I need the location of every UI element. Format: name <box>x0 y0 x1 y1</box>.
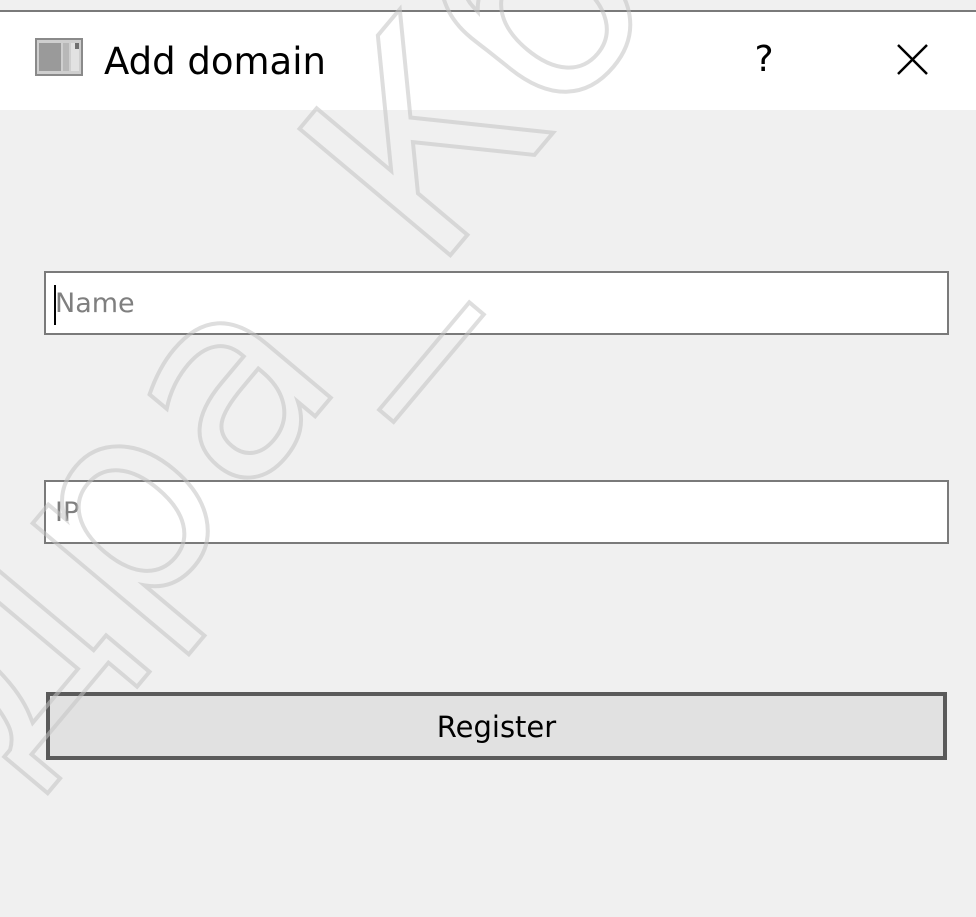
window-title: Add domain <box>104 40 326 83</box>
app-window-icon <box>35 38 83 76</box>
ip-input[interactable] <box>44 480 949 544</box>
name-input[interactable] <box>44 271 949 335</box>
text-caret <box>54 285 56 325</box>
title-bar[interactable]: Add domain ? <box>0 12 976 110</box>
close-icon[interactable] <box>880 32 944 88</box>
help-button[interactable]: ? <box>740 34 788 86</box>
register-button[interactable]: Register <box>46 692 947 760</box>
